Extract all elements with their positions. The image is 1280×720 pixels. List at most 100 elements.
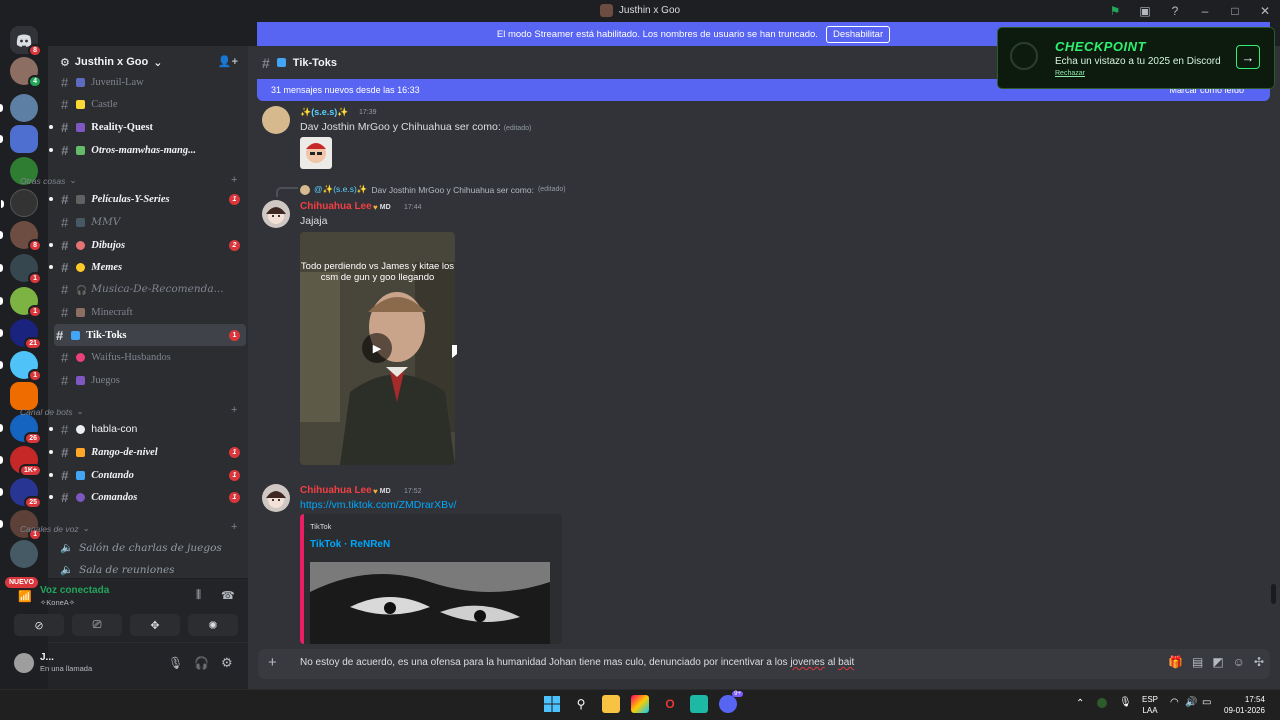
channel-castle[interactable]: # Castle [48,93,246,115]
message-author[interactable]: Chihuahua Lee [300,485,372,496]
clock[interactable]: 17:54 09-01-2026 [1224,694,1265,716]
channel-mmv[interactable]: # MMV [48,211,246,233]
file-explorer-icon[interactable] [602,695,620,713]
server-icon[interactable]: 25 [0,478,42,509]
add-channel-icon[interactable]: + [231,521,237,533]
server-icon[interactable] [1,189,38,217]
server-icon[interactable]: 4 [10,57,42,88]
server-icon[interactable] [0,125,38,153]
signal-icon[interactable]: 📶 [18,590,32,603]
channel-juvenil-law[interactable]: # Juvenil-Law [48,71,246,93]
channel-tik-toks[interactable]: # Tik-Toks 1 [54,324,246,346]
close-icon[interactable]: ✕ [1250,0,1280,21]
search-icon[interactable]: ⚲ [572,695,590,713]
channel-musica[interactable]: # 🎧 Musica-De-Recomenda... [48,278,246,300]
screen-share-button[interactable]: ⎚ [72,614,122,636]
reply-reference[interactable]: @✨(s.e.s)✨ Dav Josthin MrGoo y Chihuahua… [300,184,566,195]
server-icon[interactable]: 1 [0,254,42,285]
channel-memes[interactable]: # Memes [48,256,246,278]
emoji-icon[interactable]: ☺ [1233,655,1245,669]
sticker-icon[interactable]: ◩ [1212,655,1223,669]
category-canal-de-bots[interactable]: Canal de bots ⌄ [20,406,84,417]
server-icon[interactable]: 26 [0,414,42,445]
help-icon[interactable]: ? [1160,0,1190,21]
channel-reality-quest[interactable]: # Reality-Quest [48,116,246,138]
voice-status-title[interactable]: Voz conectada [40,585,109,596]
dismiss-link[interactable]: Rechazar [1055,70,1085,77]
new-servers-badge[interactable]: NUEVO [5,577,38,588]
tray-app-icon[interactable] [1097,698,1107,708]
user-name[interactable]: J... [40,652,54,663]
channel-contando[interactable]: # Contando 1 [48,464,246,486]
user-avatar[interactable] [14,653,34,673]
chat-scrollbar[interactable] [1271,584,1276,604]
message-input[interactable]: No estoy de acuerdo, es una ofensa para … [300,657,854,668]
add-channel-icon[interactable]: + [231,174,237,186]
inbox-icon[interactable]: ▣ [1130,0,1160,21]
voice-channel-reuniones[interactable]: 🔈 Sala de reuniones [60,563,175,577]
settings-gear-icon[interactable]: ⚙ [221,655,233,671]
channel-habla-con[interactable]: # habla-con [48,418,246,440]
server-icon[interactable]: 1 [0,287,42,318]
category-otras-cosas[interactable]: Otras cosas ⌄ [20,175,76,186]
avatar[interactable] [262,106,290,134]
language-indicator[interactable]: ESP LAA [1142,694,1158,716]
channel-dibujos[interactable]: # Dibujos 2 [48,234,246,256]
play-button[interactable]: ▶ [362,333,392,363]
microphone-tray-icon[interactable]: 🎙 [1119,697,1132,708]
server-icon[interactable]: 1 [0,351,42,382]
embed-title[interactable]: TikTok · ReNReN [310,539,390,550]
channel-waifus[interactable]: # Waifus-Husbandos [48,346,246,368]
windows-start-icon[interactable] [543,695,561,713]
opera-gx-icon[interactable]: O [661,695,679,713]
server-icon[interactable]: 1K+ [0,446,42,477]
soundboard-button[interactable]: ✺ [188,614,238,636]
microphone-icon[interactable]: 🎙 [168,656,183,670]
server-icon[interactable]: 8 [0,221,42,252]
voice-channel-salon[interactable]: 🔈 Salón de charlas de juegos [60,541,222,555]
gif-icon[interactable]: ▤ [1192,655,1203,669]
channel-peliculas[interactable]: # Películas-Y-Series 1 [48,188,246,210]
battery-icon[interactable]: ▭ [1202,697,1211,708]
noise-suppression-icon[interactable]: ⫼ [196,589,201,602]
camera-off-button[interactable]: ⊘ [14,614,64,636]
maximize-icon[interactable]: □ [1220,0,1250,21]
channel-minecraft[interactable]: # Minecraft [48,301,246,323]
headphones-icon[interactable]: 🎧 [194,656,209,670]
add-attachment-icon[interactable]: + [268,654,277,671]
chevron-up-icon[interactable]: ⌃ [1076,698,1084,709]
server-icon[interactable] [0,94,38,122]
tiktok-link[interactable]: https://vm.tiktok.com/ZMDrarXBv/ [300,499,456,511]
channel-juegos[interactable]: # Juegos [48,369,246,391]
disconnect-icon[interactable]: ☎ [221,589,235,602]
sticker-image[interactable] [300,137,332,169]
channel-comandos[interactable]: # Comandos 1 [48,486,246,508]
volume-icon[interactable]: 🔊 [1185,697,1197,708]
avatar[interactable] [262,484,290,512]
arrow-right-icon[interactable]: → [1236,45,1260,69]
message-author[interactable]: ✨(s.e.s)✨ [300,107,348,118]
embed-thumbnail[interactable] [310,562,550,644]
server-icon[interactable] [10,540,38,568]
checkpoint-promo[interactable]: CHECKPOINT Echa un vistazo a tu 2025 en … [997,27,1275,89]
add-channel-icon[interactable]: + [231,404,237,416]
avatar[interactable] [262,200,290,228]
apps-icon[interactable]: ✣ [1254,655,1264,669]
app-icon[interactable] [690,695,708,713]
minimize-icon[interactable]: – [1190,0,1220,21]
activities-button[interactable]: ✥ [130,614,180,636]
channel-rango-de-nivel[interactable]: # Rango-de-nivel 1 [48,441,246,463]
voice-channel-name[interactable]: ✧KoneA✧ [40,598,75,607]
discord-home-icon[interactable]: 8 [10,26,42,57]
invite-people-icon[interactable]: 👤+ [218,55,238,68]
gift-icon[interactable]: 🎁 [1168,655,1183,669]
server-icon[interactable]: 21 [0,319,42,350]
flag-icon[interactable]: ⚑ [1100,0,1130,21]
photos-icon[interactable] [631,695,649,713]
discord-taskbar-icon[interactable]: 9+ [719,691,743,713]
message-author[interactable]: Chihuahua Lee [300,201,372,212]
wifi-icon[interactable]: ◠ [1170,697,1179,708]
category-canales-de-voz[interactable]: Canales de voz ⌄ [20,523,90,534]
channel-otros-manwhas[interactable]: # Otros-manwhas-mang... [48,139,246,161]
disable-streamer-button[interactable]: Deshabilitar [825,25,891,43]
